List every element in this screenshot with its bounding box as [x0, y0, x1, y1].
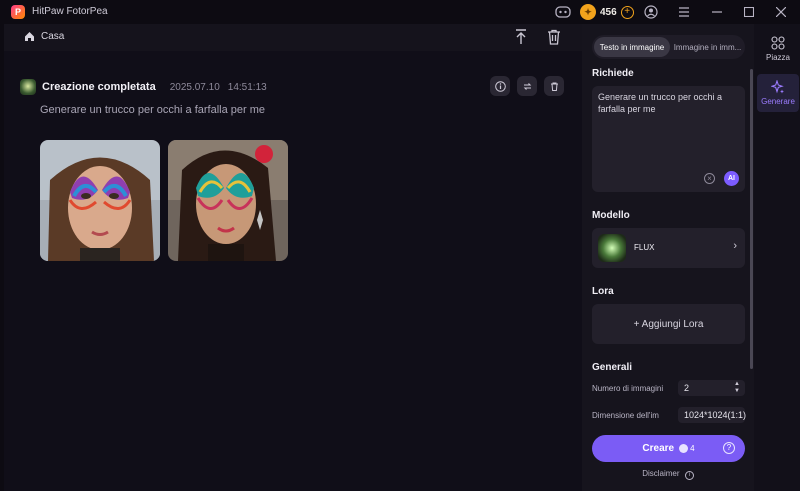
panel-scrollbar[interactable]	[750, 69, 753, 369]
home-breadcrumb[interactable]: Casa	[24, 31, 64, 42]
ai-assist-icon[interactable]: AI	[724, 171, 739, 186]
coin-icon	[679, 444, 689, 453]
discord-icon[interactable]	[554, 4, 572, 20]
info-icon	[494, 80, 506, 92]
create-cost: 4	[679, 444, 695, 453]
result-prompt: Generare un trucco per occhi a farfalla …	[40, 104, 266, 116]
result-image-2[interactable]	[168, 140, 288, 261]
menu-icon[interactable]	[676, 4, 692, 20]
num-images-label: Numero di immagini	[592, 384, 664, 393]
help-icon[interactable]: ?	[723, 442, 735, 454]
sparkle-icon	[771, 80, 784, 94]
size-label: Dimensione dell'im	[592, 411, 659, 420]
prompt-textarea[interactable]: Generare un trucco per occhi a farfalla …	[592, 86, 745, 192]
prompt-section-label: Richiede	[592, 68, 634, 79]
result-image-1[interactable]	[40, 140, 160, 261]
rail-item-label: Generare	[761, 97, 795, 106]
delete-result-button[interactable]	[544, 76, 564, 96]
account-icon[interactable]	[643, 4, 659, 20]
add-lora-label: + Aggiungi Lora	[633, 318, 704, 330]
app-title: HitPaw FotorPea	[32, 6, 108, 17]
model-name: FLUX	[634, 243, 655, 252]
trash-icon	[550, 82, 558, 91]
coin-icon: ✦	[580, 4, 596, 20]
minimize-icon[interactable]	[709, 4, 725, 20]
tab-text-to-image[interactable]: Testo in immagine	[594, 37, 670, 57]
rail-item-label: Piazza	[765, 53, 790, 62]
rail-item-generare[interactable]: Generare	[757, 74, 799, 112]
info-button[interactable]	[490, 76, 510, 96]
maximize-icon[interactable]	[741, 4, 757, 20]
disclaimer-link[interactable]: Disclaimer i	[582, 469, 754, 480]
add-lora-button[interactable]: + Aggiungi Lora	[592, 304, 745, 344]
export-icon[interactable]	[512, 28, 530, 46]
tab-image-to-image[interactable]: Immagine in imm...	[672, 37, 743, 57]
result-date: 2025.07.10	[169, 81, 220, 93]
result-title: Creazione completata	[42, 81, 156, 93]
title-bar: P HitPaw FotorPea ✦ 456 +	[0, 0, 800, 24]
create-cost-value: 4	[690, 444, 695, 453]
result-time: 14:51:13	[227, 81, 267, 93]
num-images-stepper[interactable]: 2 ▲ ▼	[678, 380, 745, 396]
size-value: 1024*1024(1:1)	[684, 410, 747, 420]
app-logo-icon: P	[11, 5, 25, 19]
prompt-value: Generare un trucco per occhi a farfalla …	[598, 92, 723, 114]
general-section-label: Generali	[592, 362, 633, 373]
create-label: Creare	[642, 443, 675, 454]
regenerate-button[interactable]	[517, 76, 537, 96]
num-images-value: 2	[684, 383, 690, 393]
disclaimer-label: Disclaimer	[642, 469, 680, 478]
model-section-label: Modello	[592, 210, 630, 221]
main-toolbar: Casa	[4, 24, 582, 51]
grid-icon	[771, 36, 785, 50]
clear-icon[interactable]: ×	[704, 173, 715, 184]
model-selector[interactable]: FLUX ›	[592, 228, 745, 268]
coin-balance[interactable]: ✦ 456 +	[580, 3, 634, 21]
add-coins-icon[interactable]: +	[620, 5, 634, 19]
model-avatar	[20, 79, 36, 95]
chevron-right-icon: ›	[733, 240, 737, 252]
close-icon[interactable]	[773, 4, 789, 20]
size-select[interactable]: 1024*1024(1:1)	[678, 407, 747, 423]
main-area: Casa Creazione completata 2025.07.10 14:…	[4, 24, 582, 491]
refresh-icon	[523, 82, 531, 90]
settings-panel: Testo in immagine Immagine in imm... Ric…	[582, 24, 754, 491]
lora-section-label: Lora	[592, 286, 614, 297]
home-icon	[25, 32, 34, 41]
rail-item-piazza[interactable]: Piazza	[757, 30, 799, 68]
result-header: Creazione completata 2025.07.10 14:51:13	[20, 79, 267, 95]
create-button[interactable]: Creare 4 ?	[592, 435, 745, 462]
stepper-arrows-icon[interactable]: ▲ ▼	[734, 381, 740, 395]
mode-tabs: Testo in immagine Immagine in imm...	[592, 35, 745, 59]
right-rail: Piazza Generare	[754, 24, 800, 491]
info-icon: i	[684, 471, 694, 480]
coin-count: 456	[600, 6, 617, 18]
model-thumbnail	[598, 234, 626, 262]
trash-icon[interactable]	[545, 28, 563, 46]
home-label: Casa	[41, 31, 65, 42]
